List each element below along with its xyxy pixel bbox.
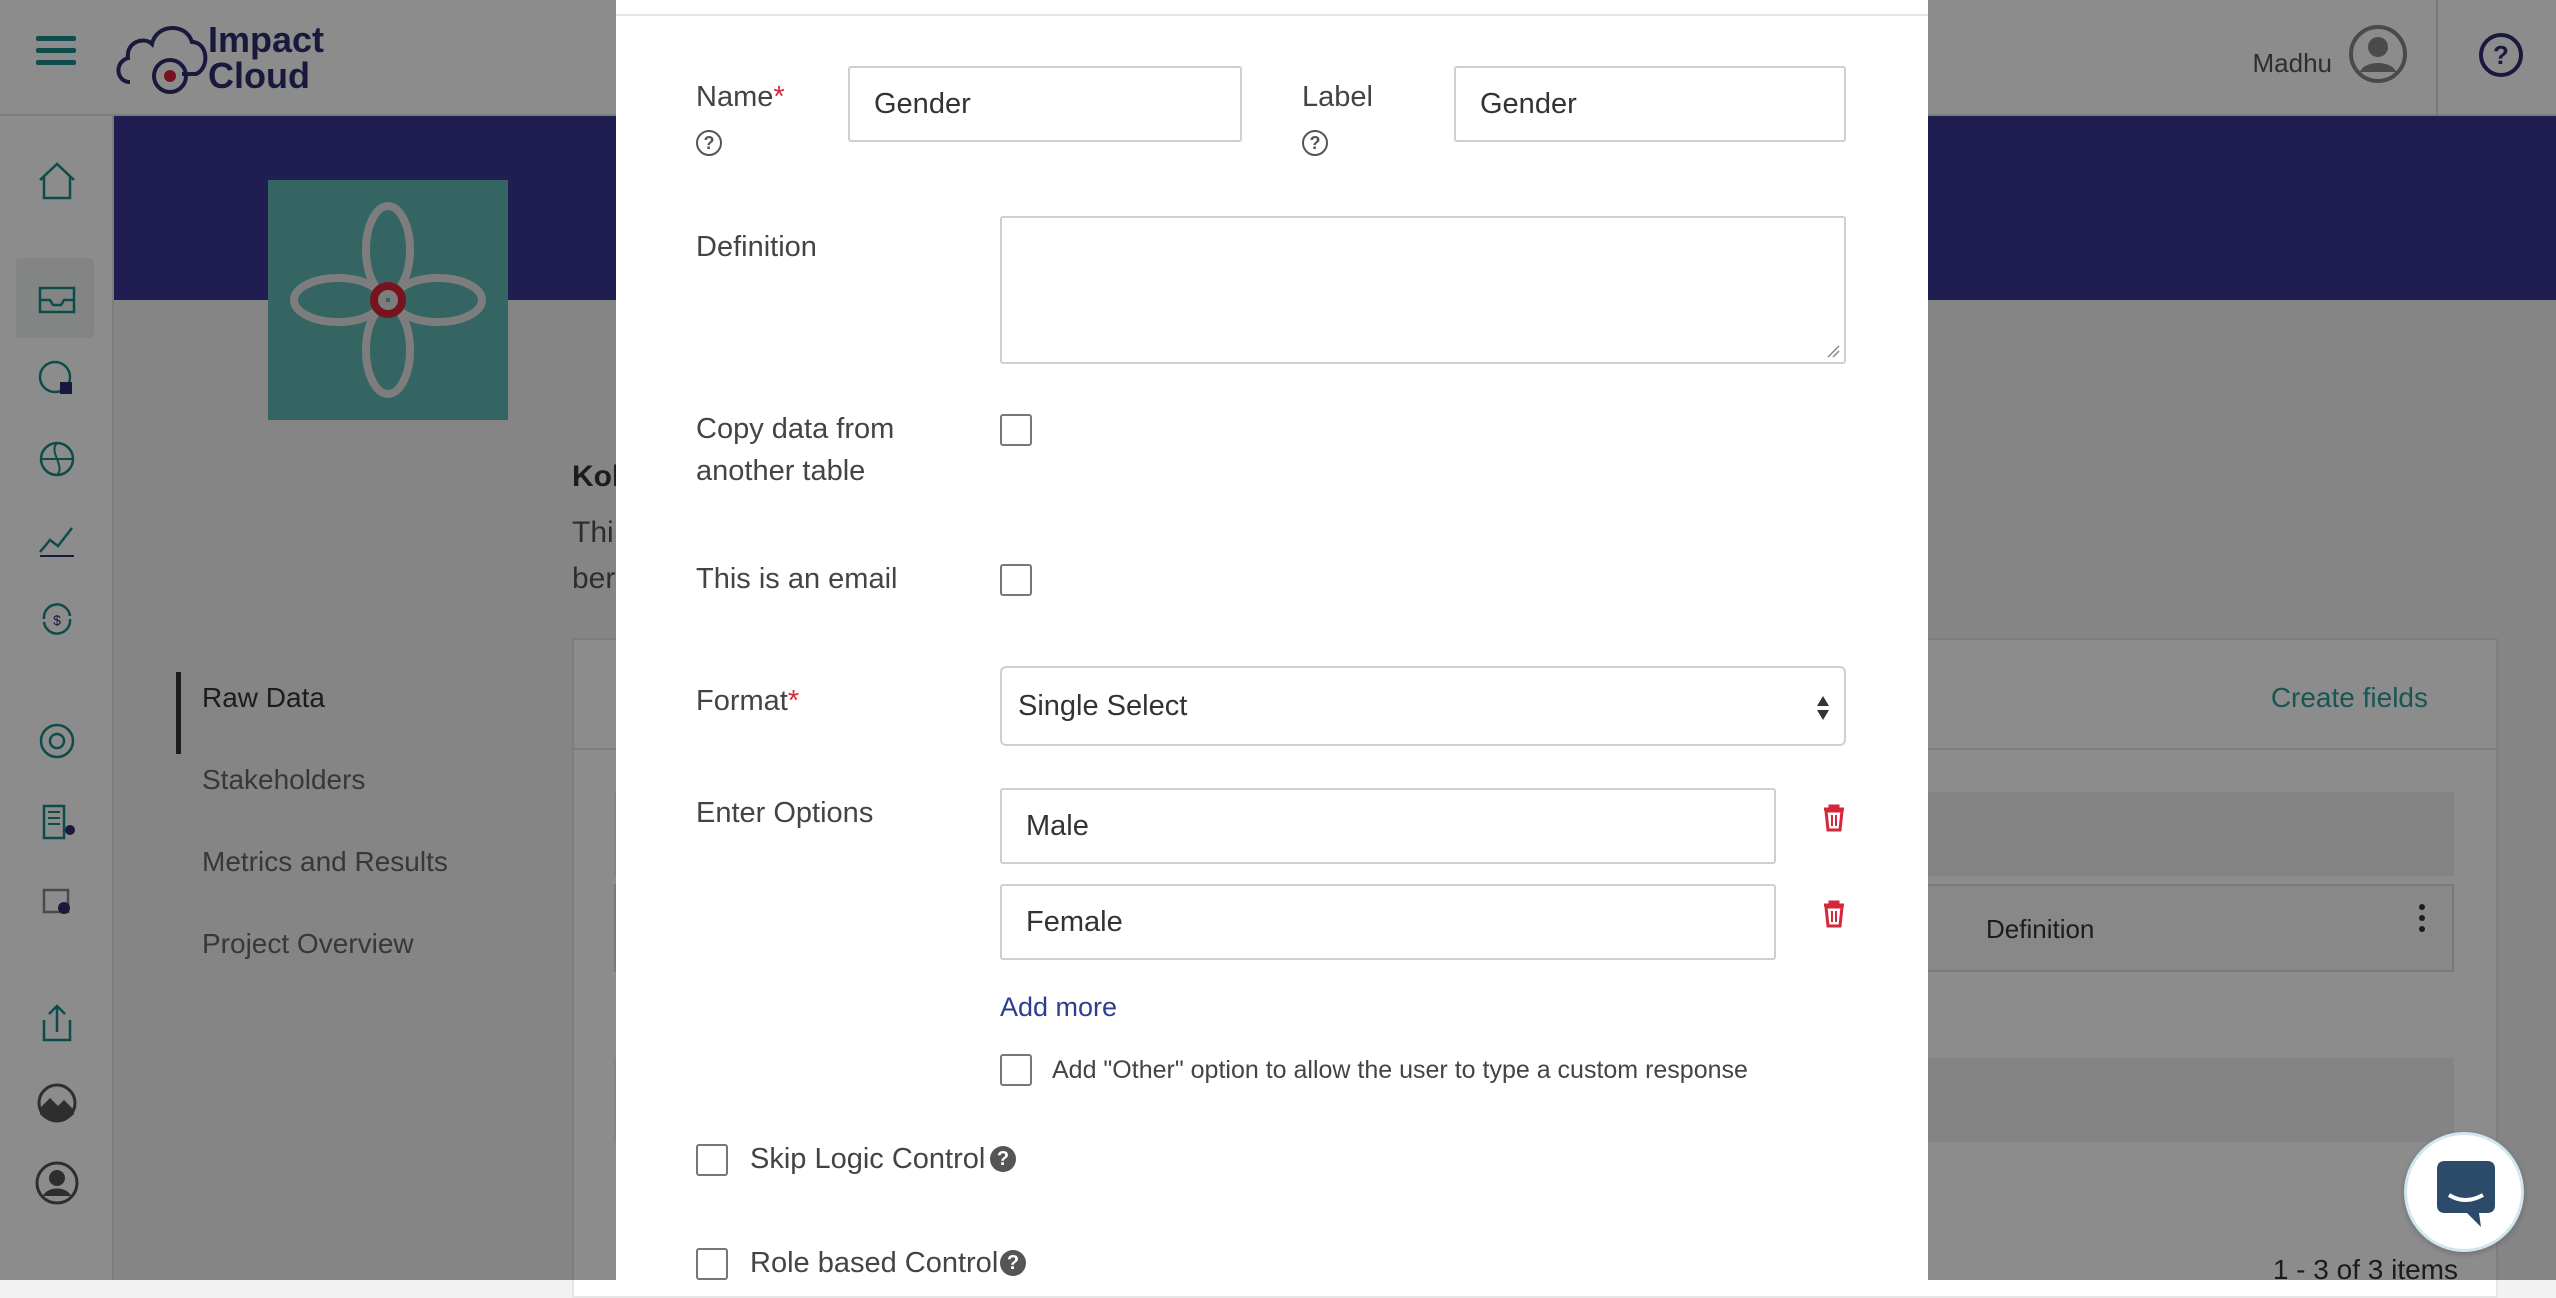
select-arrows-icon [1817,696,1829,720]
role-based-help-icon[interactable]: ? [1000,1250,1026,1276]
add-more-link[interactable]: Add more [1000,992,1117,1023]
copy-data-label-line2: another table [696,455,866,487]
other-option-label: Add "Other" option to allow the user to … [1052,1056,1748,1084]
skip-logic-checkbox[interactable] [696,1144,728,1176]
label-help-icon[interactable]: ? [1302,130,1328,156]
chat-support-button[interactable] [2404,1132,2524,1252]
definition-textarea[interactable] [1000,216,1846,364]
delete-option-icon[interactable] [1822,900,1846,928]
option-input-female[interactable]: Female [1000,884,1776,960]
copy-data-label-line1: Copy data from [696,413,895,445]
option-input-male[interactable]: Male [1000,788,1776,864]
email-label: This is an email [696,563,898,595]
resize-handle-icon[interactable] [1826,344,1840,358]
skip-logic-label: Skip Logic Control [750,1143,986,1175]
role-based-checkbox[interactable] [696,1248,728,1280]
skip-logic-help-icon[interactable]: ? [990,1146,1016,1172]
name-input[interactable]: Gender [848,66,1242,142]
chat-bubble-icon [2437,1161,2495,1227]
label-label: Label [1302,81,1373,113]
definition-label: Definition [696,231,817,263]
name-help-icon[interactable]: ? [696,130,722,156]
name-label: Name* [696,81,785,113]
role-based-label: Role based Control [750,1247,999,1279]
modal-header-divider [616,14,1928,16]
format-select[interactable]: Single Select [1000,666,1846,746]
email-checkbox[interactable] [1000,564,1032,596]
required-mark: * [773,81,785,113]
copy-data-checkbox[interactable] [1000,414,1032,446]
format-select-value: Single Select [1018,690,1188,722]
required-mark: * [787,685,800,717]
format-label: Format* [696,685,800,717]
enter-options-label: Enter Options [696,797,874,829]
label-input[interactable]: Gender [1454,66,1846,142]
copy-data-label: Copy data from another table [696,408,894,492]
create-field-modal: Name* ? Gender Label ? Gender Definition… [616,0,1928,1286]
other-option-checkbox[interactable] [1000,1054,1032,1086]
delete-option-icon[interactable] [1822,804,1846,832]
